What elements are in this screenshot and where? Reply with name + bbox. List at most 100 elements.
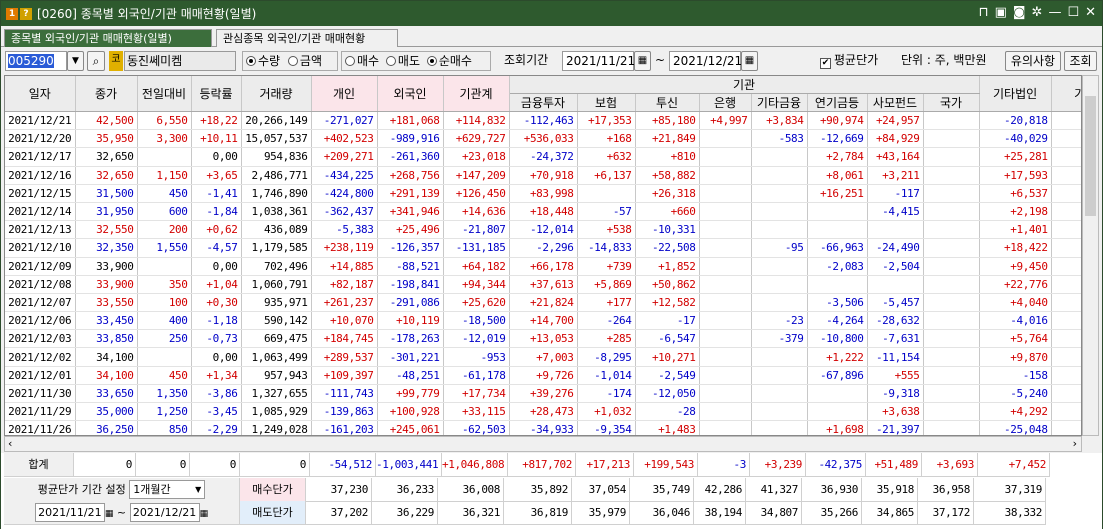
radio-net-buy[interactable] <box>426 56 437 66</box>
avg-sell-cell: 36,819 <box>504 501 572 525</box>
stock-code-input[interactable]: 005290 <box>5 51 67 71</box>
radio-sell[interactable] <box>385 56 396 66</box>
avg-sell-cell: 37,172 <box>918 501 974 525</box>
end-date-input[interactable]: 2021/12/21 <box>669 51 742 71</box>
notice-button[interactable]: 유의사항 <box>1005 51 1061 71</box>
table-row[interactable]: 2021/11/29 35,000 1,250 -3,45 1,085,929 -139,… <box>5 402 1081 422</box>
header-bank[interactable]: 은행 <box>699 93 752 112</box>
header-change[interactable]: 전일대비 <box>137 76 192 112</box>
table-row[interactable]: 2021/12/21 42,500 6,550 +18,22 20,266,149 -27… <box>5 111 1081 131</box>
row-cell: +25,281 <box>979 147 1052 167</box>
menu-badge[interactable]: 1 <box>6 7 18 20</box>
table-row[interactable]: 2021/12/16 32,650 1,150 +3,65 2,486,771 -434,… <box>5 166 1081 185</box>
calendar-icon[interactable]: ▦ <box>105 509 114 519</box>
header-nation[interactable]: 국가 <box>923 93 980 112</box>
save-icon[interactable]: ▣ <box>995 5 1007 21</box>
header-date[interactable]: 일자 <box>5 76 76 112</box>
table-row[interactable]: 2021/12/15 31,500 450 -1,41 1,746,890 -424,80… <box>5 184 1081 203</box>
tab-watchlist-foreign-inst[interactable]: 관심종목 외국인/기관 매매현황 <box>216 29 398 48</box>
table-row[interactable]: 2021/11/30 33,650 1,350 -3,86 1,327,655 -111,… <box>5 384 1081 404</box>
header-trust[interactable]: 투신 <box>635 93 700 112</box>
row-cell: 669,475 <box>241 329 312 349</box>
table-row[interactable]: 2021/12/01 34,100 450 +1,34 957,943 +109,397-… <box>5 366 1081 385</box>
header-insurance[interactable]: 보험 <box>577 93 636 112</box>
header-close[interactable]: 종가 <box>75 76 138 112</box>
header-etc[interactable]: 기 <box>1051 76 1081 112</box>
row-cell: -111,743 <box>311 384 378 404</box>
link-icon[interactable]: ⊓ <box>978 5 988 21</box>
help-badge[interactable]: ? <box>20 7 32 20</box>
close-icon[interactable]: ✕ <box>1085 5 1096 21</box>
radio-amount[interactable] <box>287 56 298 66</box>
avg-start-date[interactable]: 2021/11/21 <box>34 503 105 522</box>
avg-end-date[interactable]: 2021/12/21 <box>129 503 200 522</box>
avg-buy-cell: 36,958 <box>918 478 974 502</box>
header-fin-invest[interactable]: 금융투자 <box>509 93 578 112</box>
row-date: 2021/12/07 <box>5 293 76 313</box>
header-rate[interactable]: 등락률 <box>191 76 242 112</box>
row-cell <box>699 420 752 435</box>
row-cell: 42,500 <box>75 111 138 131</box>
radio-quantity[interactable] <box>246 56 256 66</box>
scroll-right-icon[interactable]: › <box>1073 437 1077 450</box>
horizontal-scrollbar[interactable]: ‹ › <box>4 436 1082 452</box>
minimize-icon[interactable]: — <box>1048 5 1061 21</box>
table-row[interactable]: 2021/12/07 33,550 100 +0,30 935,971 +261,237-… <box>5 293 1081 313</box>
header-other-fin[interactable]: 기타금융 <box>751 93 808 112</box>
row-cell: +629,727 <box>443 129 510 149</box>
row-cell: 31,950 <box>75 202 138 222</box>
calendar-icon[interactable]: ▦ <box>741 51 758 71</box>
row-cell: +1,698 <box>807 420 868 435</box>
radio-sell-label: 매도 <box>397 54 421 68</box>
table-row[interactable]: 2021/12/13 32,550 200 +0,62 436,089 -5,383 +25… <box>5 220 1081 240</box>
scroll-thumb[interactable] <box>1085 96 1096 216</box>
capture-icon[interactable]: ◙ <box>1013 5 1026 21</box>
row-cell: +1,852 <box>635 257 700 276</box>
header-inst-total[interactable]: 기관계 <box>443 76 510 112</box>
header-private-fund[interactable]: 사모펀드 <box>867 93 924 112</box>
row-cell: -4,264 <box>807 311 868 331</box>
calendar-icon[interactable]: ▦ <box>634 51 651 71</box>
tab-stock-foreign-inst[interactable]: 종목별 외국인/기관 매매현황(일별) <box>4 29 212 48</box>
table-row[interactable]: 2021/12/08 33,900 350 +1,04 1,060,791 +82,187… <box>5 275 1081 294</box>
row-cell <box>1051 275 1081 294</box>
table-row[interactable]: 2021/12/14 31,950 600 -1,84 1,038,361 -362,43… <box>5 202 1081 222</box>
row-cell: -2,296 <box>509 238 578 258</box>
avg-buy-cell: 35,918 <box>862 478 918 502</box>
data-grid[interactable]: 일자 종가 전일대비 등락률 거래량 개인 외국인 기관계 기관 기타법인 기 … <box>4 75 1082 436</box>
row-cell: +90,974 <box>807 111 868 131</box>
header-other-corp[interactable]: 기타법인 <box>979 76 1052 112</box>
table-row[interactable]: 2021/11/26 36,250 850 -2,29 1,249,028 -161,20… <box>5 420 1081 435</box>
header-volume[interactable]: 거래량 <box>241 76 312 112</box>
table-row[interactable]: 2021/12/10 32,350 1,550 -4,57 1,179,585 +238,… <box>5 238 1081 258</box>
table-row[interactable]: 2021/12/06 33,450 400 -1,18 590,142 +10,070 +1… <box>5 311 1081 331</box>
avg-period-select[interactable]: 1개월간 ▼ <box>129 480 206 499</box>
avg-price-checkbox[interactable]: ✔ <box>820 58 831 69</box>
maximize-icon[interactable]: ☐ <box>1067 5 1079 21</box>
row-cell: 450 <box>137 184 192 203</box>
table-row[interactable]: 2021/12/17 32,650 0,00 954,836 +209,271 -261,… <box>5 147 1081 167</box>
row-cell <box>1051 202 1081 222</box>
gear-icon[interactable]: ✲ <box>1032 5 1043 21</box>
radio-buy[interactable] <box>345 56 355 66</box>
header-foreign[interactable]: 외국인 <box>377 76 444 112</box>
header-pension[interactable]: 연기금등 <box>807 93 868 112</box>
row-cell <box>923 129 980 149</box>
row-cell <box>1051 293 1081 313</box>
search-icon[interactable]: ⌕ <box>87 51 105 71</box>
row-date: 2021/12/17 <box>5 147 76 167</box>
start-date-input[interactable]: 2021/11/21 <box>562 51 635 71</box>
code-dropdown-icon[interactable]: ▼ <box>67 51 84 71</box>
table-row[interactable]: 2021/12/03 33,850 250 -0,73 669,475 +184,745-… <box>5 329 1081 349</box>
row-cell: +1,222 <box>807 347 868 367</box>
header-individual[interactable]: 개인 <box>311 76 378 112</box>
scroll-left-icon[interactable]: ‹ <box>8 437 12 450</box>
row-cell: +14,885 <box>311 257 378 276</box>
table-row[interactable]: 2021/12/02 34,100 0,00 1,063,499 +289,537 -30… <box>5 347 1081 367</box>
table-row[interactable]: 2021/12/09 33,900 0,00 702,496 +14,885 -88,52… <box>5 257 1081 276</box>
table-row[interactable]: 2021/12/20 35,950 3,300 +10,11 15,057,537 +40… <box>5 129 1081 149</box>
query-button[interactable]: 조회 <box>1064 51 1097 71</box>
calendar-icon[interactable]: ▦ <box>200 509 209 519</box>
vertical-scrollbar[interactable] <box>1082 75 1099 436</box>
avg-date-range: 2021/11/21 ▦ ~ 2021/12/21 ▦ <box>4 501 240 525</box>
